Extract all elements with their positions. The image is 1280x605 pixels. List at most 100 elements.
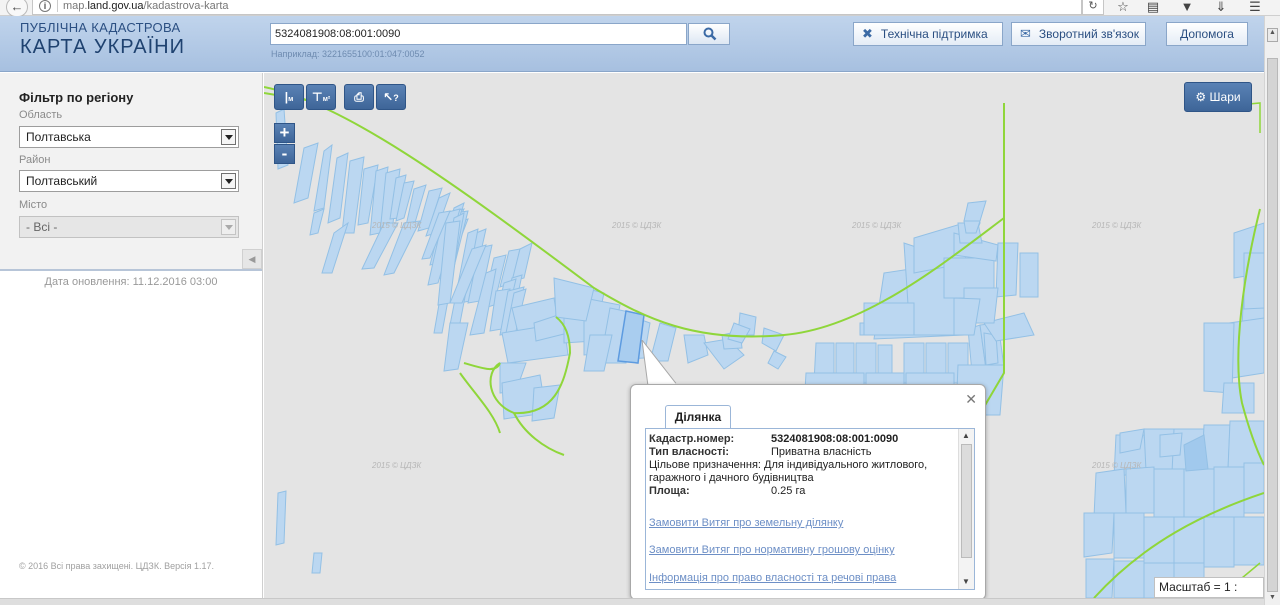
area-row: Площа: 0.25 га (649, 485, 805, 498)
identify-label: ? (393, 93, 399, 103)
area-label: Площа: (649, 485, 690, 497)
hamburger-menu-icon[interactable]: ☰ (1244, 0, 1266, 16)
watermark: 2015 © ЦДЗК (852, 221, 902, 230)
horizontal-scrollbar[interactable] (0, 598, 1264, 605)
area-value: 0.25 га (771, 485, 806, 497)
cadastral-value: 5324081908:08:001:0090 (771, 433, 899, 445)
scale-indicator: Масштаб = 1 : 8531 (1154, 577, 1264, 598)
download-arrow-icon[interactable]: ⇓ (1210, 0, 1232, 16)
cadastral-row: Кадастр.номер: 5324081908:08:001:0090 (649, 433, 898, 446)
layers-label: Шари (1209, 90, 1241, 104)
url-prefix: map. (63, 0, 88, 12)
popup-pointer (641, 340, 680, 387)
logo-line2[interactable]: КАРТА УКРАЇНИ (20, 36, 185, 59)
bookmark-star-icon[interactable]: ☆ (1112, 0, 1134, 16)
parcel-info-popup: ✕ Ділянка Кадастр.номер: 5324081908:08:0… (630, 384, 986, 600)
popup-scrollbar[interactable]: ▲ ▼ (958, 429, 974, 589)
info-icon[interactable]: i (39, 0, 51, 12)
logo-line1[interactable]: ПУБЛІЧНА КАДАСТРОВА (20, 20, 180, 35)
identify-button[interactable]: ↖? (376, 84, 406, 110)
chevron-down-icon (221, 219, 236, 235)
measure-tools: |м ⊤м² (274, 84, 336, 110)
scroll-up-icon[interactable]: ▲ (962, 431, 970, 440)
watermark: 2015 © ЦДЗК (1092, 221, 1142, 230)
page-scroll-thumb[interactable] (1267, 58, 1278, 592)
copyright: © 2016 Всі права захищені. ЦДЗК. Версія … (19, 561, 215, 571)
region-select[interactable]: Полтавська (19, 126, 239, 148)
browser-toolbar: ← i map.land.gov.ua/kadastrova-karta ↻ ☆… (0, 0, 1280, 17)
zoom-in-button[interactable]: + (274, 123, 295, 143)
filter-title: Фільтр по регіону (19, 90, 134, 105)
region-label: Область (19, 109, 63, 121)
popup-body: Кадастр.номер: 5324081908:08:001:0090 Ти… (645, 428, 975, 590)
cadastral-label: Кадастр.номер: (649, 433, 735, 445)
city-select[interactable]: - Всі - (19, 216, 239, 238)
cadastral-search-input[interactable] (270, 23, 687, 45)
ownership-row: Тип власності: Приватна власність (649, 446, 871, 459)
area-label: м² (322, 96, 331, 103)
ownership-rights-link[interactable]: Інформація про право власності та речові… (649, 572, 896, 585)
back-arrow-icon[interactable]: ← (6, 0, 28, 17)
search-icon (703, 27, 717, 41)
feedback-button[interactable]: ✉ Зворотний зв'язок (1011, 22, 1146, 46)
watermark: 2015 © ЦДЗК (612, 221, 662, 230)
zoom-out-button[interactable]: - (274, 144, 295, 164)
gear-icon: ⚙ (1195, 90, 1207, 104)
reload-icon[interactable]: ↻ (1082, 0, 1104, 15)
watermark: 2015 © ЦДЗК (1092, 461, 1142, 470)
purpose-row: Цільове призначення: Для індивідуального… (649, 459, 927, 472)
city-select-value: - Всі - (26, 220, 58, 234)
envelope-icon: ✉ (1020, 26, 1031, 41)
area-icon: ⊤ (311, 90, 323, 104)
collapse-panel-button[interactable]: ◀ (242, 249, 262, 269)
printer-icon: ⎙ (354, 90, 364, 104)
city-label: Місто (19, 199, 48, 211)
close-icon[interactable]: ✕ (965, 391, 977, 408)
left-panel: Фільтр по регіону Область Полтавська Рай… (0, 73, 263, 605)
url-path: /kadastrova-karta (143, 0, 229, 12)
purpose-value-line2: гаражного і дачного будівництва (649, 472, 814, 484)
district-select[interactable]: Полтавський (19, 170, 239, 192)
region-select-value: Полтавська (26, 130, 91, 144)
cursor-icon: ↖ (383, 90, 394, 104)
ruler-button[interactable]: |м (274, 84, 304, 110)
tab-parcel[interactable]: Ділянка (665, 405, 731, 429)
district-select-value: Полтавський (26, 174, 98, 188)
tools-icon: ✖ (862, 26, 873, 41)
print-button[interactable]: ⎙ (344, 84, 374, 110)
area-measure-button[interactable]: ⊤м² (306, 84, 336, 110)
order-extract-link[interactable]: Замовити Витяг про земельну ділянку (649, 517, 843, 530)
purpose-value-line1: Для індивідуального житлового, (764, 459, 928, 471)
support-button[interactable]: ✖ Технічна підтримка (853, 22, 1003, 46)
help-button[interactable]: Допомога (1166, 22, 1248, 46)
chevron-down-icon[interactable] (221, 129, 236, 145)
ruler-label: м (288, 96, 294, 103)
feedback-label: Зворотний зв'язок (1038, 27, 1139, 41)
region-filter: Фільтр по регіону Область Полтавська Рай… (0, 73, 262, 271)
popup-scroll-thumb[interactable] (961, 444, 972, 558)
update-date: Дата оновлення: 11.12.2016 03:00 (44, 276, 218, 288)
url-domain: land.gov.ua (87, 0, 144, 12)
page-scrollbar[interactable]: ▲ ▼ (1264, 16, 1280, 605)
reading-list-icon[interactable]: ▤ (1142, 0, 1164, 16)
url-separator (57, 0, 58, 12)
scroll-down-icon[interactable]: ▼ (962, 577, 970, 586)
district-label: Район (19, 154, 51, 166)
watermark: 2015 © ЦДЗК (372, 461, 422, 470)
scroll-down-icon[interactable]: ▼ (1267, 594, 1278, 604)
layers-button[interactable]: ⚙ Шари (1184, 82, 1252, 112)
url-text: map.land.gov.ua/kadastrova-karta (63, 0, 229, 12)
purpose-label: Цільове призначення: (649, 459, 761, 471)
pocket-icon[interactable]: ▼ (1176, 0, 1198, 16)
search-button[interactable] (688, 23, 730, 45)
address-bar[interactable]: i map.land.gov.ua/kadastrova-karta (32, 0, 1082, 15)
scroll-up-icon[interactable]: ▲ (1267, 28, 1278, 42)
map-tools: ⎙ ↖? (344, 84, 406, 110)
search-hint: Наприклад: 3221655100:01:047:0052 (271, 49, 425, 59)
ownership-label: Тип власності: (649, 446, 730, 458)
order-valuation-link[interactable]: Замовити Витяг про нормативну грошову оц… (649, 544, 895, 557)
site-header: ПУБЛІЧНА КАДАСТРОВА КАРТА УКРАЇНИ Наприк… (0, 16, 1264, 72)
ownership-value: Приватна власність (771, 446, 872, 458)
chevron-down-icon[interactable] (221, 173, 236, 189)
support-label: Технічна підтримка (880, 27, 988, 41)
